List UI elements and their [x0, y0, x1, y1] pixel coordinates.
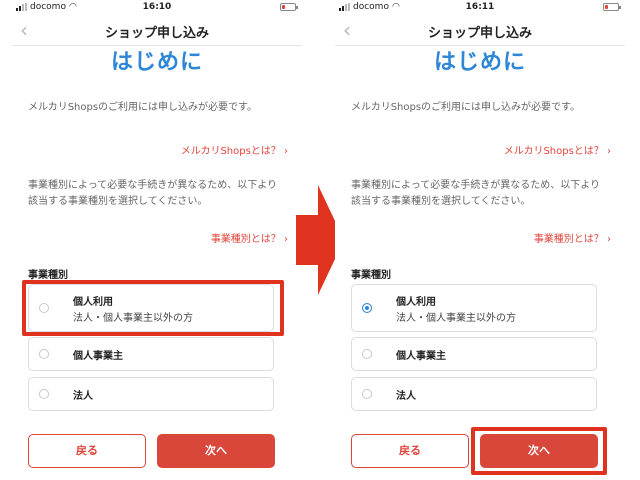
section-label: 事業種別	[351, 270, 391, 281]
hero-heading: はじめに	[110, 50, 203, 75]
shops-about-link[interactable]: メルカリShopsとは？ ›	[181, 142, 288, 157]
nav-bar: ‹ ショップ申し込み	[12, 16, 302, 46]
business-note-text: 事業種別によって必要な手続きが異なるため、以下より該当する事業種別を選択してくだ…	[351, 180, 600, 207]
hero-heading: はじめに	[433, 50, 526, 75]
option-title: 個人利用	[73, 297, 113, 308]
status-bar: docomo ◠ 16:11	[335, 0, 625, 14]
radio-button[interactable]	[362, 349, 372, 359]
business-type-about-link[interactable]: 事業種別とは？ ›	[534, 230, 611, 245]
next-button[interactable]: 次へ	[157, 434, 275, 468]
radio-button[interactable]	[362, 389, 372, 399]
page-title: ショップ申し込み	[104, 26, 209, 41]
option-corporation[interactable]: 法人	[351, 377, 597, 411]
page-title: ショップ申し込み	[427, 26, 532, 41]
option-subtitle: 法人・個人事業主以外の方	[73, 313, 193, 324]
battery-icon	[280, 3, 298, 11]
option-title: 個人事業主	[73, 351, 123, 362]
nav-bar: ‹ ショップ申し込み	[335, 16, 625, 46]
option-personal[interactable]: 個人利用 法人・個人事業主以外の方	[28, 284, 274, 332]
option-corporation[interactable]: 法人	[28, 377, 274, 411]
phone-screen-before: docomo ◠ 16:10 ‹ ショップ申し込み はじめに メルカリShops…	[12, 0, 302, 480]
option-subtitle: 法人・個人事業主以外の方	[396, 313, 516, 324]
radio-button[interactable]	[39, 349, 49, 359]
intro-text: メルカリShopsのご利用には申し込みが必要です。	[351, 102, 581, 113]
status-time: 16:10	[142, 2, 172, 12]
option-title: 個人利用	[396, 297, 436, 308]
option-sole-proprietor[interactable]: 個人事業主	[351, 337, 597, 371]
option-title: 個人事業主	[396, 351, 446, 362]
option-title: 法人	[73, 391, 93, 402]
phone-screen-after: docomo ◠ 16:11 ‹ ショップ申し込み はじめに メルカリShops…	[335, 0, 625, 480]
business-note-text: 事業種別によって必要な手続きが異なるため、以下より該当する事業種別を選択してくだ…	[28, 180, 277, 207]
option-personal[interactable]: 個人利用 法人・個人事業主以外の方	[351, 284, 597, 332]
next-button[interactable]: 次へ	[480, 434, 598, 468]
battery-icon	[603, 3, 621, 11]
radio-button[interactable]	[39, 389, 49, 399]
intro-text: メルカリShopsのご利用には申し込みが必要です。	[28, 102, 258, 113]
shops-about-link[interactable]: メルカリShopsとは？ ›	[504, 142, 611, 157]
status-time: 16:11	[465, 2, 495, 12]
option-title: 法人	[396, 391, 416, 402]
business-type-about-link[interactable]: 事業種別とは？ ›	[211, 230, 288, 245]
status-bar: docomo ◠ 16:10	[12, 0, 302, 14]
back-button[interactable]: 戻る	[351, 434, 469, 468]
back-button[interactable]: 戻る	[28, 434, 146, 468]
section-label: 事業種別	[28, 270, 68, 281]
radio-button[interactable]	[39, 303, 49, 313]
option-sole-proprietor[interactable]: 個人事業主	[28, 337, 274, 371]
radio-button-selected[interactable]	[362, 303, 372, 313]
